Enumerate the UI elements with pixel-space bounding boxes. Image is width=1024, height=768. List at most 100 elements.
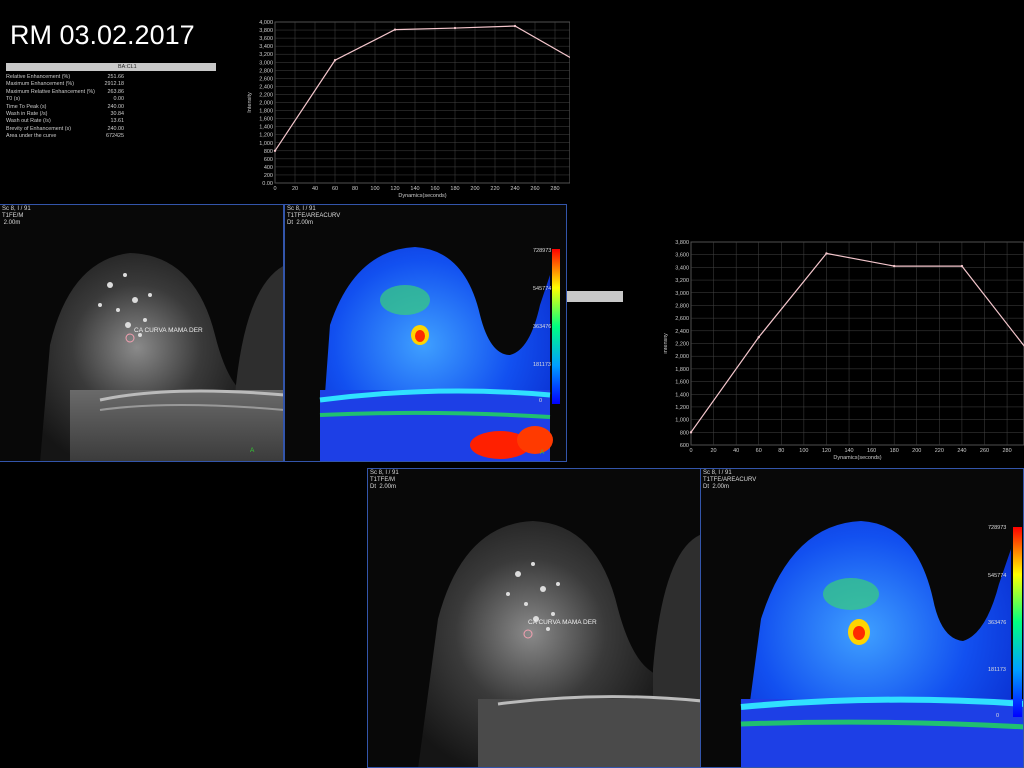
slide-title: RM 03.02.2017: [10, 20, 195, 50]
y-tick-label: 3,600: [675, 253, 689, 259]
time-intensity-chart-right: 0 20 40 60 80 100 120 140 160 180 200 220 240 260 280 6…: [664, 237, 1024, 468]
y-tick-label: 1,800: [675, 367, 689, 373]
chart-right-svg: 0 20 40 60 80 100 120 140 160 180 200 220 240 260 280 6…: [664, 240, 1024, 461]
y-tick-label: 2,800: [675, 303, 689, 309]
y-tick-label: 2,400: [675, 329, 689, 335]
x-tick-label: 100: [799, 448, 808, 454]
y-tick-label: 1,800: [259, 109, 273, 115]
colorbar-label: 363476: [988, 620, 1007, 626]
x-tick-label: 60: [756, 448, 762, 454]
y-tick-label: 3,400: [259, 44, 273, 50]
y-tick-label: 600: [680, 443, 689, 449]
y-tick-label: 800: [264, 149, 273, 155]
y-tick-label: 3,200: [675, 278, 689, 284]
gray-marker-bar: [567, 291, 623, 302]
y-tick-label: 1,600: [259, 117, 273, 123]
colorbar-label: 545774: [988, 573, 1007, 579]
stats-row-value: 240.00: [107, 125, 125, 132]
y-tick-label: 1,000: [675, 418, 689, 424]
stats-row-value: 251.66: [107, 74, 125, 80]
stats-row-value: 240.00: [107, 103, 125, 110]
x-tick-label: 200: [470, 186, 479, 192]
panel-header-text: Sc 8, I / 91 T1TFE/M Dt 2.00m: [370, 470, 399, 490]
mri-panel-top-left[interactable]: Sc 8, I / 91 T1FE/M 2.00m CA CURVA MAMA …: [0, 204, 284, 462]
stats-row: Area under the curve 672425: [6, 133, 124, 140]
y-tick-label: 1,600: [675, 380, 689, 386]
data-point: [689, 431, 693, 434]
data-point: [273, 149, 277, 152]
y-tick-label: 3,800: [259, 28, 273, 34]
x-tick-label: 140: [410, 186, 419, 192]
x-tick-label: 260: [980, 448, 989, 454]
x-tick-label: 60: [332, 186, 338, 192]
y-tick-label: 2,000: [259, 101, 273, 107]
x-tick-label: 160: [867, 448, 876, 454]
anterior-marker: A: [250, 447, 255, 454]
mri-panel-bottom[interactable]: Sc 8, I / 91 T1TFE/M Dt 2.00m CA CURVA M…: [367, 468, 701, 768]
stats-row-label: Time To Peak (s): [6, 103, 47, 110]
y-tick-label: 1,200: [675, 405, 689, 411]
stats-column-header: BA:CL1: [118, 64, 137, 70]
y-axis-label: Intensity: [664, 333, 669, 354]
color-map-image: [319, 247, 560, 461]
x-tick-label: 180: [890, 448, 899, 454]
y-tick-label: 3,000: [259, 60, 273, 66]
y-tick-label: 4,000: [259, 20, 273, 26]
y-tick-label: 1,400: [675, 392, 689, 398]
roi-label: CA CURVA MAMA DER: [134, 327, 203, 334]
x-tick-label: 80: [352, 186, 358, 192]
y-tick-label: 200: [264, 173, 273, 179]
time-intensity-chart-top: 0 20 40 60 80 100 120 140 160 180 200 220 240 260 280 0…: [245, 17, 570, 202]
y-tick-label: 2,800: [259, 68, 273, 74]
y-tick-label: 1,400: [259, 125, 273, 131]
x-tick-label: 220: [490, 186, 499, 192]
color-map-panel-top[interactable]: Sc 8, I / 91 T1TFE/AREACURV Dt 2.00m 728…: [284, 204, 567, 462]
x-tick-label: 120: [822, 448, 831, 454]
stats-row-label: T0 (s): [6, 96, 21, 103]
stats-row-value: 2912.18: [104, 81, 125, 88]
stats-row: Brevity of Enhancement (s) 240.00: [6, 126, 124, 133]
x-tick-label: 100: [370, 186, 379, 192]
x-tick-label: 40: [733, 448, 739, 454]
stats-row-value: 0.00: [113, 96, 125, 103]
x-tick-label: 0: [273, 186, 276, 192]
stats-table-header: BA:CL1: [6, 63, 216, 71]
stats-row-value: 13.61: [110, 118, 125, 125]
x-tick-label: 0: [689, 448, 692, 454]
data-point: [513, 24, 517, 28]
y-tick-label: 600: [264, 157, 273, 163]
stats-row: Maximum Enhancement (%) 2912.18: [6, 81, 124, 88]
anterior-marker: A: [540, 449, 545, 456]
x-tick-label: 260: [530, 186, 539, 192]
x-tick-label: 280: [550, 186, 559, 192]
stats-row-label: Wash in Rate (/s): [6, 110, 48, 117]
chart-top-svg: 0 20 40 60 80 100 120 140 160 180 200 220 240 260 280 0…: [247, 20, 570, 199]
y-tick-label: 0.00: [262, 181, 273, 187]
x-tick-label: 220: [935, 448, 944, 454]
y-tick-label: 2,600: [259, 76, 273, 82]
stats-row-label: Relative Enhancement (%): [6, 74, 71, 80]
x-tick-label: 160: [430, 186, 439, 192]
panel-header-text: Sc 8, I / 91 T1TFE/AREACURV Dt 2.00m: [703, 470, 757, 490]
stats-row-label: Area under the curve: [6, 133, 57, 140]
stats-row: Wash in Rate (/s) 30.84: [6, 111, 124, 118]
stats-row: Time To Peak (s) 240.00: [6, 104, 124, 111]
x-axis-label: Dynamics(seconds): [833, 455, 881, 461]
x-tick-label: 180: [450, 186, 459, 192]
stats-row: Wash out Rate (/s) 13.61: [6, 118, 124, 125]
data-point: [453, 26, 457, 30]
y-tick-label: 2,600: [675, 316, 689, 322]
x-tick-label: 280: [1002, 448, 1011, 454]
y-tick-label: 2,400: [259, 84, 273, 90]
y-tick-label: 2,200: [259, 92, 273, 98]
color-map-panel-bottom[interactable]: Sc 8, I / 91 T1TFE/AREACURV Dt 2.00m 728…: [700, 468, 1024, 768]
x-axis-label: Dynamics(seconds): [398, 193, 446, 199]
y-tick-label: 3,800: [675, 240, 689, 246]
stats-row: Maximum Relative Enhancement (%) 263.86: [6, 89, 124, 96]
colorbar-label: 181173: [988, 667, 1006, 673]
enhancement-stats-table: BA:CL1 Relative Enhancement (%) 251.66 Max…: [6, 63, 216, 141]
data-point: [393, 28, 397, 31]
x-tick-label: 120: [390, 186, 399, 192]
y-tick-label: 3,200: [259, 52, 273, 58]
y-tick-label: 3,600: [259, 36, 273, 42]
